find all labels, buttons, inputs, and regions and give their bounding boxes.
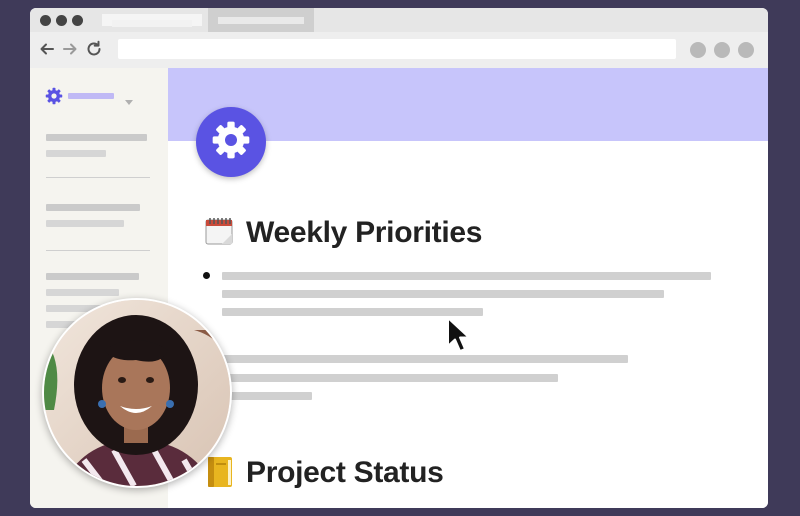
- text-placeholder-line[interactable]: [222, 272, 711, 280]
- gear-icon: [45, 87, 63, 110]
- window-minimize-dot[interactable]: [56, 15, 67, 26]
- ledger-icon: [206, 456, 234, 493]
- workspace-name-placeholder: [68, 93, 114, 99]
- bullet-point: [203, 272, 210, 279]
- avatar: [42, 298, 232, 488]
- browser-toolbar: [30, 32, 768, 68]
- sidebar-item[interactable]: [46, 150, 106, 157]
- text-placeholder-line[interactable]: [222, 374, 558, 382]
- text-placeholder-line[interactable]: [222, 355, 628, 363]
- text-placeholder-line[interactable]: [222, 308, 483, 316]
- chevron-down-icon[interactable]: [125, 93, 133, 111]
- browser-tab-1[interactable]: [102, 14, 202, 27]
- mouse-cursor-icon: [446, 316, 472, 359]
- section-heading[interactable]: Project Status: [246, 456, 444, 490]
- sidebar-item[interactable]: [46, 273, 139, 280]
- page-icon[interactable]: [196, 107, 266, 177]
- extension-button-3[interactable]: [738, 42, 754, 58]
- gear-icon: [211, 120, 251, 165]
- sidebar-item[interactable]: [46, 220, 124, 227]
- text-placeholder-line[interactable]: [222, 290, 664, 298]
- reload-icon[interactable]: [85, 40, 103, 58]
- sidebar-item[interactable]: [46, 134, 147, 141]
- sidebar-divider: [46, 177, 150, 178]
- extension-button-1[interactable]: [690, 42, 706, 58]
- title-bar: [30, 8, 768, 32]
- text-placeholder-line[interactable]: [222, 392, 312, 400]
- window-maximize-dot[interactable]: [72, 15, 83, 26]
- forward-arrow-icon[interactable]: [61, 40, 79, 58]
- page-content: Weekly Priorities Project Status: [168, 68, 768, 508]
- back-arrow-icon[interactable]: [38, 40, 56, 58]
- extension-button-2[interactable]: [714, 42, 730, 58]
- sidebar-item[interactable]: [46, 204, 140, 211]
- tab-title-placeholder: [218, 17, 304, 24]
- sidebar-item[interactable]: [46, 289, 119, 296]
- tab-title-placeholder: [112, 20, 192, 27]
- sidebar-divider: [46, 250, 150, 251]
- window-close-dot[interactable]: [40, 15, 51, 26]
- section-heading[interactable]: Weekly Priorities: [246, 216, 482, 250]
- address-bar[interactable]: [118, 39, 676, 59]
- browser-tab-active[interactable]: [208, 8, 314, 32]
- spiral-notepad-icon: [204, 216, 234, 251]
